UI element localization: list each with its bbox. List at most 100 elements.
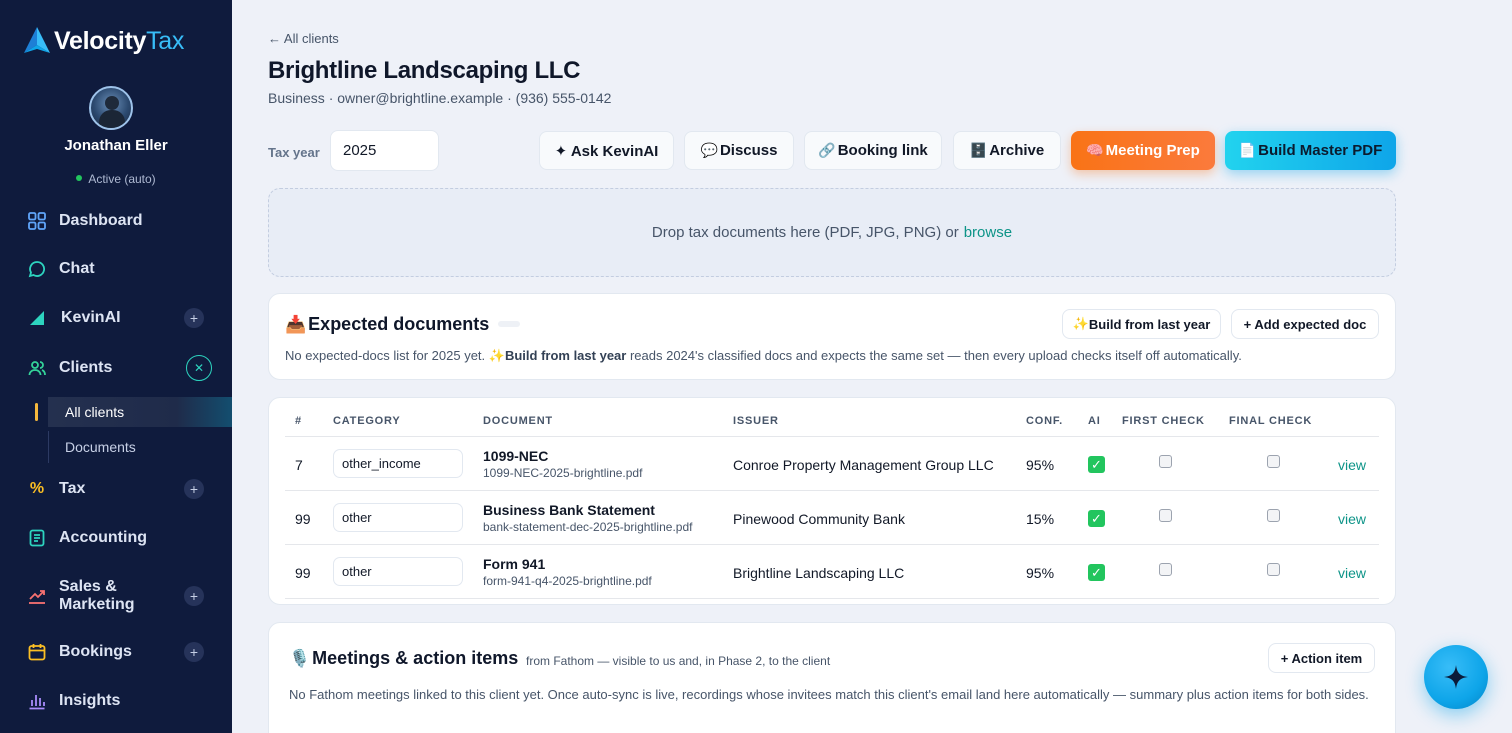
chat-bubble-icon <box>28 260 46 278</box>
first-check-checkbox[interactable] <box>1159 563 1172 576</box>
sidebar-item-accounting[interactable]: Accounting <box>28 525 204 551</box>
archive-button[interactable]: 🗄️ Archive <box>953 131 1061 170</box>
add-action-item-button[interactable]: + Action item <box>1268 643 1375 673</box>
row-number: 99 <box>295 565 311 581</box>
collapse-clients-close-icon[interactable]: ✕ <box>186 355 212 381</box>
first-check-checkbox[interactable] <box>1159 455 1172 468</box>
issuer: Pinewood Community Bank <box>733 511 905 527</box>
inbox-tray-icon: 📥 <box>285 314 307 334</box>
view-link[interactable]: view <box>1338 565 1366 581</box>
view-link[interactable]: view <box>1338 457 1366 473</box>
grid-icon <box>28 212 46 230</box>
confidence: 95% <box>1026 565 1055 581</box>
expand-bookings-plus-icon[interactable]: + <box>184 642 204 662</box>
percent-icon: % <box>29 480 45 497</box>
header-divider <box>285 436 1379 437</box>
document-name: 1099-NEC <box>483 448 549 464</box>
sidebar-item-insights[interactable]: Insights <box>28 688 204 714</box>
dropzone-text: Drop tax documents here (PDF, JPG, PNG) … <box>651 224 959 241</box>
header-issuer: ISSUER <box>733 415 779 427</box>
discuss-button[interactable]: 💬 Discuss <box>684 131 794 170</box>
users-icon <box>28 359 46 377</box>
meetings-description: No Fathom meetings linked to this client… <box>289 687 1369 702</box>
final-check-checkbox[interactable] <box>1267 563 1280 576</box>
expand-tax-plus-icon[interactable]: + <box>184 479 204 499</box>
build-from-last-year-button[interactable]: ✨ Build from last year <box>1062 309 1221 339</box>
sparkles-icon: ✨ <box>1072 316 1089 331</box>
browse-link[interactable]: browse <box>964 224 1012 241</box>
sidebar: VelocityTax Jonathan Eller Active (auto)… <box>0 0 232 733</box>
view-link[interactable]: view <box>1338 511 1366 527</box>
document-filename: bank-statement-dec-2025-brightline.pdf <box>483 520 693 534</box>
category-input[interactable]: other <box>333 503 463 532</box>
sidebar-item-clients[interactable]: Clients ✕ <box>28 355 212 381</box>
document-filename: 1099-NEC-2025-brightline.pdf <box>483 466 643 480</box>
meetings-card: 🎙️ Meetings & action items from Fathom — … <box>268 622 1396 733</box>
speech-bubble-icon: 💬 <box>700 142 718 158</box>
link-icon: 🔗 <box>818 142 836 158</box>
first-check-checkbox[interactable] <box>1159 509 1172 522</box>
header-document: DOCUMENT <box>483 415 553 427</box>
row-divider <box>285 490 1379 491</box>
page-title: Brightline Landscaping LLC <box>268 57 581 84</box>
upload-dropzone[interactable]: Drop tax documents here (PDF, JPG, PNG) … <box>268 188 1396 277</box>
assistant-sparkle-button[interactable] <box>1424 645 1488 709</box>
sidebar-subitem-all-clients[interactable]: All clients <box>35 397 232 427</box>
document-icon: 📄 <box>1238 142 1257 158</box>
brain-icon: 🧠 <box>1086 142 1104 158</box>
category-input[interactable]: other_income <box>333 449 463 478</box>
header-ai: AI <box>1088 415 1101 427</box>
user-status: Active (auto) <box>0 172 232 186</box>
meetings-subtitle: from Fathom — visible to us and, in Phas… <box>526 654 831 668</box>
ai-checkmark-icon: ✓ <box>1088 510 1105 527</box>
expand-kevinai-plus-icon[interactable]: + <box>184 308 204 328</box>
brand-name-accent: Tax <box>146 26 185 55</box>
meetings-title: 🎙️ Meetings & action items <box>289 648 519 668</box>
final-check-checkbox[interactable] <box>1267 509 1280 522</box>
sidebar-item-kevinai[interactable]: KevinAI + <box>28 305 204 331</box>
count-badge <box>498 321 520 327</box>
header-final-check: FINAL CHECK <box>1229 415 1313 427</box>
issuer: Brightline Landscaping LLC <box>733 565 905 581</box>
final-check-checkbox[interactable] <box>1267 455 1280 468</box>
avatar[interactable] <box>89 86 133 130</box>
documents-table-card: # CATEGORY DOCUMENT ISSUER CONF. AI FIRS… <box>268 397 1396 605</box>
meeting-prep-button[interactable]: 🧠 Meeting Prep <box>1071 131 1215 170</box>
add-expected-doc-button[interactable]: + Add expected doc <box>1231 309 1379 339</box>
sidebar-subitem-documents[interactable]: Documents <box>48 432 232 462</box>
back-to-all-clients-link[interactable]: ← All clients <box>268 31 339 46</box>
tax-year-input[interactable] <box>330 130 439 171</box>
sidebar-item-tax[interactable]: % Tax + <box>28 476 204 502</box>
calendar-icon <box>28 643 46 661</box>
document-name: Form 941 <box>483 556 546 572</box>
bar-chart-icon <box>28 692 46 710</box>
ai-checkmark-icon: ✓ <box>1088 564 1105 581</box>
ask-kevinai-button[interactable]: ✦ Ask KevinAI <box>539 131 674 170</box>
row-number: 99 <box>295 511 311 527</box>
user-name: Jonathan Eller <box>64 137 168 154</box>
client-subtitle: Business · owner@brightline.example · (9… <box>268 90 612 106</box>
sidebar-item-bookings[interactable]: Bookings + <box>28 639 204 665</box>
build-master-pdf-button[interactable]: 📄 Build Master PDF <box>1225 131 1396 170</box>
header-first-check: FIRST CHECK <box>1122 415 1205 427</box>
sidebar-item-chat[interactable]: Chat <box>28 256 204 282</box>
header-category: CATEGORY <box>333 415 401 427</box>
booking-link-button[interactable]: 🔗 Booking link <box>804 131 942 170</box>
issuer: Conroe Property Management Group LLC <box>733 457 994 473</box>
file-cabinet-icon: 🗄️ <box>969 142 988 158</box>
brand-logo[interactable]: VelocityTax <box>22 24 184 58</box>
row-number: 7 <box>295 457 303 473</box>
expected-documents-description: No expected-docs list for 2025 yet. ✨Bui… <box>285 348 1242 363</box>
sidebar-item-sales-marketing[interactable]: Sales & Marketing + <box>28 576 204 616</box>
confidence: 95% <box>1026 457 1055 473</box>
kevinai-icon <box>28 309 46 327</box>
trend-chart-icon <box>28 587 46 605</box>
header-confidence: CONF. <box>1026 415 1063 427</box>
tax-year-label: Tax year <box>268 145 320 160</box>
status-dot-icon <box>76 175 83 181</box>
sidebar-item-dashboard[interactable]: Dashboard <box>28 208 204 234</box>
category-input[interactable]: other <box>333 557 463 586</box>
brand-name: Velocity <box>54 26 147 55</box>
expand-sales-plus-icon[interactable]: + <box>184 586 204 606</box>
microphone-icon: 🎙️ <box>289 648 311 668</box>
